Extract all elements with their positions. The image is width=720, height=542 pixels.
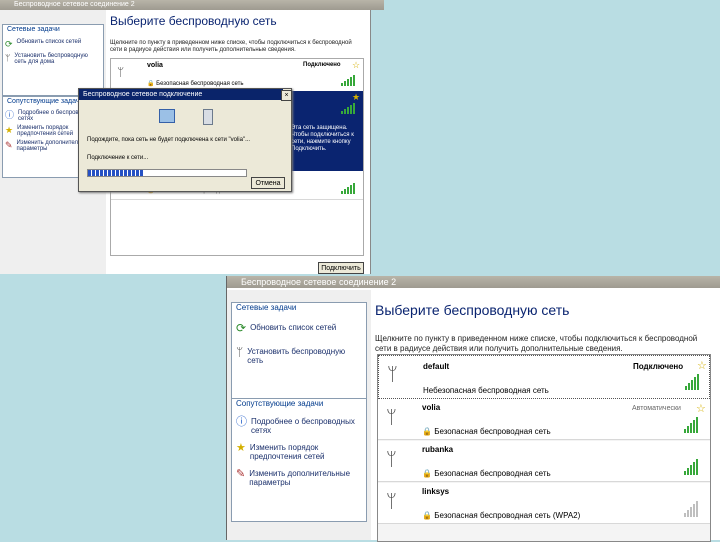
network-security: 🔒 Безопасная беспроводная сеть: [422, 427, 551, 436]
security-label: Безопасная беспроводная сеть: [434, 469, 551, 478]
star-icon: ☆: [696, 403, 706, 415]
task-label: Изменить порядок предпочтения сетей: [249, 443, 325, 461]
star-icon: ☆: [697, 360, 707, 372]
network-status: Автоматически: [632, 405, 681, 412]
lock-icon: 🔒: [422, 427, 432, 436]
progress-label: Подключение к сети...: [87, 155, 149, 161]
network-item[interactable]: ᛘ linksys 🔒 Безопасная беспроводная сеть…: [378, 483, 710, 524]
settings-icon: ✎: [236, 468, 246, 480]
task-label: Изменить дополнительные параметры: [249, 469, 351, 487]
network-security: 🔒 Безопасная беспроводная сеть: [147, 80, 244, 87]
star-icon: ★: [352, 92, 361, 102]
back-description: Щелкните по пункту в приведенном ниже сп…: [110, 40, 352, 53]
refresh-networks-link[interactable]: ⟳ Обновить список сетей: [5, 39, 101, 49]
setup-network-link[interactable]: ᛘ Установить беспроводную сеть для дома: [5, 53, 101, 65]
network-security: 🔒 Безопасная беспроводная сеть (WPA2): [422, 511, 580, 520]
network-item[interactable]: ᛘ rubanka 🔒 Безопасная беспроводная сеть: [378, 441, 710, 482]
dialog-message: Подождите, пока сеть не будет подключена…: [87, 137, 251, 143]
refresh-icon: ⟳: [236, 321, 247, 335]
back-connect-button[interactable]: Подключить: [318, 262, 364, 274]
signal-bars: [684, 417, 698, 433]
dialog-close-button[interactable]: ×: [281, 90, 292, 101]
dialog-title-bar: Беспроводное сетевое подключение: [79, 89, 283, 100]
network-name: rubanka: [422, 445, 454, 454]
antenna-icon: ᛘ: [387, 364, 398, 384]
connecting-dialog: Беспроводное сетевое подключение × Подож…: [78, 88, 292, 192]
signal-bars: [684, 501, 698, 517]
front-network-list: ᛘ default Подключено ☆ Небезопасная бесп…: [377, 354, 711, 542]
antenna-icon: ᛘ: [117, 65, 125, 79]
antenna-icon: ᛘ: [386, 491, 397, 511]
network-item[interactable]: ᛘ volia Автоматически ☆ 🔒 Безопасная бес…: [378, 399, 710, 440]
task-label: Обновить список сетей: [16, 39, 82, 45]
refresh-icon: ⟳: [5, 39, 13, 49]
order-link[interactable]: ★ Изменить порядок предпочтения сетей: [236, 442, 362, 462]
selected-network-text: Эта сеть защищена. Чтобы подключиться к …: [291, 125, 354, 152]
antenna-icon: ᛘ: [386, 449, 397, 469]
close-icon: ×: [284, 92, 289, 99]
group-title: Сопутствующие задачи: [236, 399, 324, 408]
back-title-bar: Беспроводное сетевое соединение 2: [0, 0, 384, 10]
setup-network-link[interactable]: ᛘ Установить беспроводную сеть: [236, 345, 362, 365]
lock-icon: 🔒: [147, 81, 155, 87]
about-link[interactable]: ⓘ Подробнее о беспроводных сетях: [236, 416, 362, 436]
lock-icon: 🔒: [422, 469, 432, 478]
info-icon: ⓘ: [236, 416, 247, 428]
star-icon: ★: [236, 442, 246, 454]
group-title: Сетевые задачи: [236, 303, 297, 312]
back-heading: Выберите беспроводную сеть: [110, 14, 277, 28]
security-label: Безопасная беспроводная сеть: [156, 81, 244, 87]
front-title-bar: Беспроводное сетевое соединение 2: [227, 276, 720, 288]
network-name: default: [423, 362, 450, 371]
network-name: volia: [422, 403, 441, 412]
network-status: Подключено: [633, 362, 684, 371]
star-icon: ☆: [352, 60, 361, 70]
network-status: Подключено: [303, 62, 341, 68]
lock-icon: 🔒: [422, 511, 432, 520]
front-network-tasks: Сетевые задачи ⟳ Обновить список сетей ᛘ…: [231, 302, 367, 404]
front-window: Беспроводное сетевое соединение 2 Сетевы…: [226, 276, 720, 542]
task-label: Обновить список сетей: [250, 323, 337, 332]
signal-bars: [341, 75, 355, 86]
security-label: Безопасная беспроводная сеть (WPA2): [434, 511, 581, 520]
task-label: Установить беспроводную сеть для дома: [14, 53, 88, 65]
group-title: Сетевые задачи: [7, 26, 60, 33]
network-security: 🔒 Безопасная беспроводная сеть: [422, 469, 551, 478]
star-icon: ★: [5, 125, 14, 135]
info-icon: ⓘ: [5, 110, 15, 120]
wireless-icon: ᛘ: [236, 345, 244, 359]
network-name: volia: [147, 62, 163, 69]
router-icon: [203, 109, 213, 125]
front-heading: Выберите беспроводную сеть: [375, 302, 570, 318]
signal-bars: [341, 183, 355, 194]
task-label: Подробнее о беспроводных сетях: [251, 417, 355, 435]
security-label: Безопасная беспроводная сеть: [434, 427, 551, 436]
signal-bars: [684, 459, 698, 475]
dialog-cancel-button[interactable]: Отмена: [251, 177, 285, 189]
front-description: Щелкните по пункту в приведенном ниже сп…: [375, 334, 698, 353]
computer-icon: [159, 109, 175, 123]
back-network-tasks: Сетевые задачи ⟳ Обновить список сетей ᛘ…: [2, 24, 104, 96]
advanced-link[interactable]: ✎ Изменить дополнительные параметры: [236, 468, 362, 488]
network-item[interactable]: ᛘ default Подключено ☆ Небезопасная бесп…: [378, 355, 710, 399]
task-label: Установить беспроводную сеть: [247, 347, 346, 365]
front-sidebar: Сетевые задачи ⟳ Обновить список сетей ᛘ…: [227, 290, 371, 540]
progress-fill: [88, 170, 144, 176]
antenna-icon: ᛘ: [386, 407, 397, 427]
refresh-networks-link[interactable]: ⟳ Обновить список сетей: [236, 321, 362, 335]
signal-bars: [685, 374, 699, 390]
network-name: linksys: [422, 487, 450, 496]
wireless-icon: ᛘ: [5, 53, 11, 63]
network-security: Небезопасная беспроводная сеть: [423, 386, 549, 395]
front-related-tasks: Сопутствующие задачи ⓘ Подробнее о беспр…: [231, 398, 367, 522]
settings-icon: ✎: [5, 140, 13, 150]
progress-bar: [87, 169, 247, 177]
signal-bars: [341, 103, 355, 114]
